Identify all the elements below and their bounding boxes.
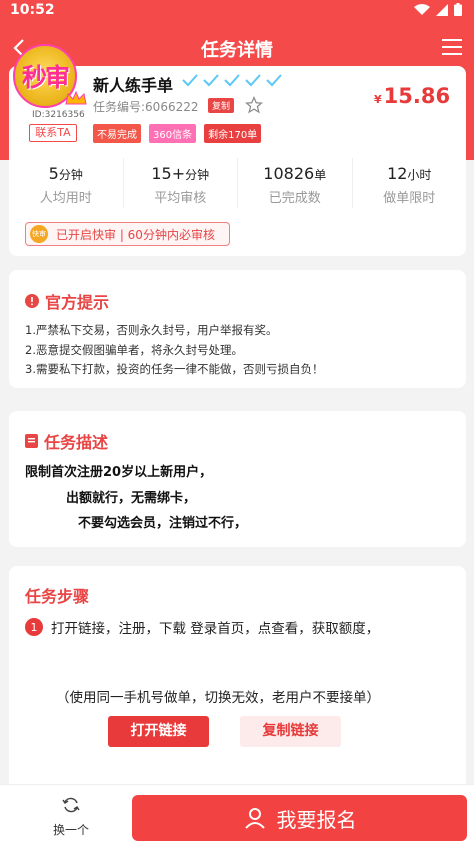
step-number: 1 [25, 618, 43, 636]
user-icon [244, 808, 265, 829]
stat-completed: 10826单 已完成数 [238, 158, 353, 208]
stat-label: 平均审核 [154, 191, 207, 206]
status-bar: 10:52 [0, 0, 474, 22]
avatar[interactable]: 秒审 [13, 44, 89, 114]
task-tags: 不易完成 360信条 剩余170单 [93, 124, 262, 143]
task-price: ¥15.86 [374, 84, 450, 108]
stat-unit: 小时 [407, 168, 432, 182]
stat-label: 人均用时 [39, 191, 92, 206]
section-title: 任务描述 [44, 433, 109, 452]
stat-avg-time: 5分钟 人均用时 [9, 158, 124, 208]
stat-time-limit: 12小时 做单限时 [353, 158, 467, 208]
document-icon [25, 434, 38, 448]
signup-button[interactable]: 我要报名 [132, 795, 467, 841]
stat-label: 做单限时 [383, 191, 436, 206]
task-number: 任务编号:6066222 [93, 100, 199, 114]
task-title: 新人练手单 [93, 76, 174, 95]
check-icon [224, 74, 240, 87]
stat-unit: 分钟 [58, 168, 83, 182]
crown-badge-icon [65, 90, 87, 105]
check-icon [245, 74, 261, 87]
check-icon [203, 74, 219, 87]
stat-unit: 单 [314, 168, 327, 182]
wifi-icon [414, 3, 430, 15]
check-icon [182, 74, 198, 87]
favorite-star-icon[interactable] [245, 96, 263, 114]
stat-value: 12 [387, 164, 408, 183]
status-time: 10:52 [10, 2, 55, 18]
stat-avg-review: 15+分钟 平均审核 [124, 158, 238, 208]
price-value: 15.86 [383, 84, 451, 108]
step-note: （使用同一手机号做单，切换无效，老用户不要接单） [56, 690, 380, 706]
stat-value: 5 [48, 164, 59, 183]
fast-review-text: 已开启快审 | 60分钟内必审核 [56, 227, 215, 242]
step-item: 1 打开链接，注册，下载 登录首页，点查看，获取额度， [25, 617, 379, 637]
step-text: 打开链接，注册，下载 登录首页，点查看，获取额度， [51, 621, 380, 637]
menu-icon[interactable] [442, 38, 462, 56]
signal-icon [436, 3, 448, 16]
tag-difficulty: 不易完成 [93, 124, 141, 143]
section-title: 任务步骤 [25, 587, 90, 606]
battery-icon [454, 3, 462, 16]
contact-button[interactable]: 联系TA [29, 124, 77, 142]
check-icon [266, 74, 282, 87]
description-line: 限制首次注册20岁以上新用户， [25, 465, 213, 480]
task-steps-heading: 任务步骤 [25, 583, 89, 607]
section-title: 官方提示 [45, 293, 110, 312]
fast-review-icon: 快审 [30, 225, 48, 243]
notice-line: 3.需要私下打款，投资的任务一律不能做，否则亏损自负！ [25, 362, 324, 376]
open-link-button[interactable]: 打开链接 [108, 716, 209, 747]
alert-icon [25, 294, 39, 308]
stat-value: 10826 [263, 164, 315, 183]
tag-credit: 360信条 [149, 124, 197, 143]
currency-symbol: ¥ [374, 93, 382, 106]
notice-line: 1.严禁私下交易，否则永久封号，用户举报有奖。 [25, 323, 278, 337]
notice-line: 2.恶意提交假图骗单者，将永久封号处理。 [25, 343, 243, 357]
fast-review-banner: 快审 已开启快审 | 60分钟内必审核 [25, 222, 230, 246]
bottom-action-bar: 换一个 我要报名 [0, 784, 474, 847]
switch-task-label: 换一个 [52, 823, 89, 837]
stat-value: 15+ [151, 164, 186, 183]
official-notice-heading: 官方提示 [25, 289, 109, 313]
user-id: ID:3216356 [32, 110, 85, 120]
tag-remaining: 剩余170单 [204, 124, 262, 143]
signup-label: 我要报名 [276, 807, 357, 832]
system-icons [414, 3, 462, 16]
switch-task-button[interactable]: 换一个 [46, 795, 96, 839]
stat-unit: 分钟 [185, 168, 210, 182]
stat-label: 已完成数 [268, 191, 321, 206]
refresh-icon [62, 797, 80, 813]
copy-task-number-button[interactable]: 复制 [208, 98, 235, 113]
verified-checks [181, 73, 283, 87]
task-stats: 5分钟 人均用时 15+分钟 平均审核 10826单 已完成数 12小时 做单限… [9, 158, 466, 208]
copy-link-button[interactable]: 复制链接 [240, 716, 341, 747]
description-line: 不要勾选会员，注销过不行， [78, 516, 248, 531]
avatar-text: 秒审 [21, 63, 70, 92]
description-line: 出额就行，无需绑卡， [66, 491, 197, 506]
task-description-heading: 任务描述 [25, 429, 108, 453]
